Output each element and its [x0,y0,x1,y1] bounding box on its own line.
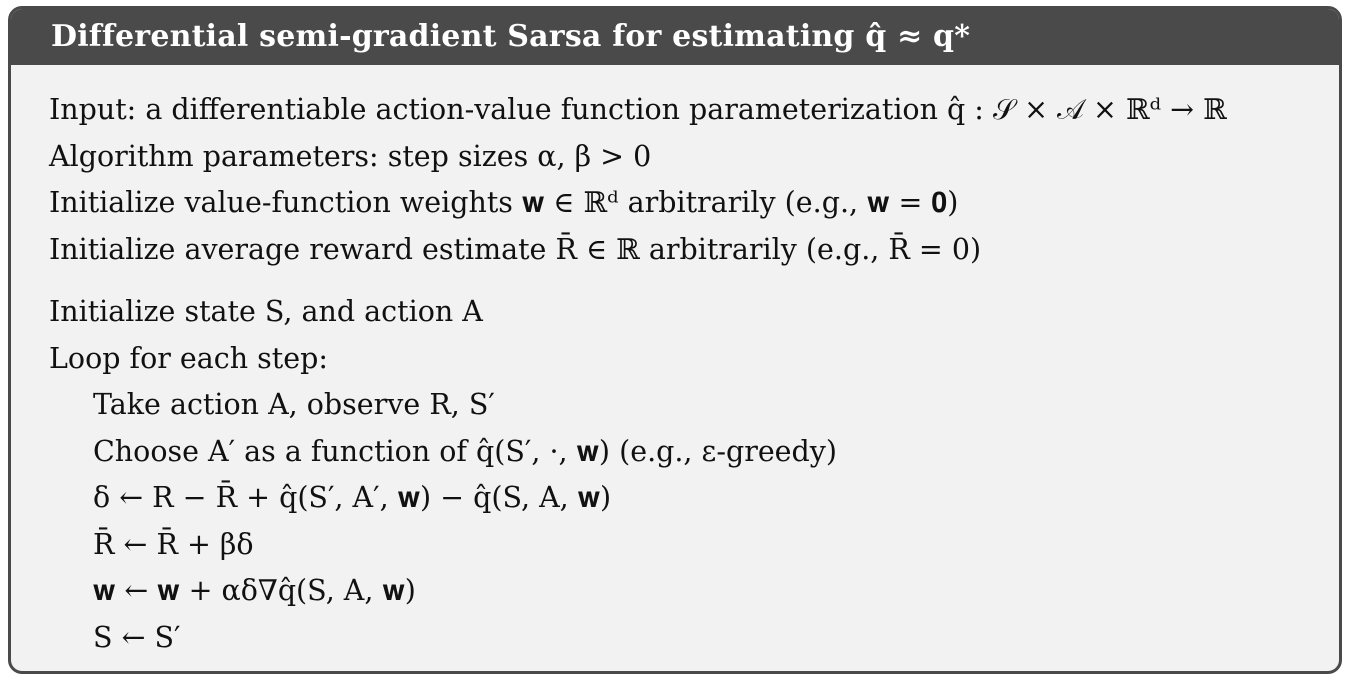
loop-step-weight-update: 𝐰 ← 𝐰 + αδ∇q̂(S, A, 𝐰) [93,574,416,607]
algorithm-box: Differential semi-gradient Sarsa for est… [8,6,1342,674]
init-reward-line: Initialize average reward estimate R̄ ∈ … [49,232,982,266]
loop-step-choose-action: Choose A′ as a function of q̂(S′, ·, 𝐰) … [93,434,838,468]
loop-step-td-error: δ ← R − R̄ + q̂(S′, A′, 𝐰) − q̂(S, A, 𝐰) [93,481,612,514]
loop-step-reward-update: R̄ ← R̄ + βδ [93,527,254,561]
parameters-line: Algorithm parameters: step sizes α, β > … [49,139,652,173]
init-weights-line: Initialize value-function weights 𝐰 ∈ ℝᵈ… [49,186,959,219]
algorithm-title: Differential semi-gradient Sarsa for est… [11,9,1339,65]
init-state-line: Initialize state S, and action A [49,295,483,328]
loop-step-take-action: Take action A, observe R, S′ [93,388,495,421]
loop-step-state-update: S ← S′ [93,620,181,654]
input-line: Input: a differentiable action-value fun… [49,93,1227,126]
loop-header: Loop for each step: [49,341,328,375]
loop-step-action-update: A ← A′ [49,661,1339,671]
algorithm-body: Input: a differentiable action-value fun… [11,65,1339,671]
